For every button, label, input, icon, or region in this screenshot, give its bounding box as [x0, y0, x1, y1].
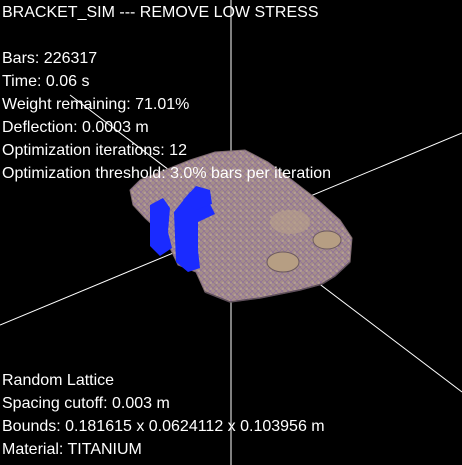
bracket-hole-front	[266, 251, 300, 273]
lattice-info-panel: Random Lattice Spacing cutoff: 0.003 m B…	[2, 369, 325, 461]
spacing-cutoff: Spacing cutoff: 0.003 m	[2, 395, 170, 412]
optimization-threshold: Optimization threshold: 3.0% bars per it…	[2, 165, 332, 182]
weight-remaining: Weight remaining: 71.01%	[2, 96, 190, 113]
bounds: Bounds: 0.181615 x 0.0624112 x 0.103956 …	[2, 418, 325, 435]
bracket-hole-right	[312, 230, 342, 250]
sim-title: BRACKET_SIM --- REMOVE LOW STRESS	[2, 4, 319, 21]
lattice-type: Random Lattice	[2, 372, 115, 389]
bars-count: Bars: 226317	[2, 50, 98, 67]
sim-status-panel: BRACKET_SIM --- REMOVE LOW STRESS Bars: …	[2, 1, 331, 185]
optimization-iterations: Optimization iterations: 12	[2, 142, 187, 159]
material: Material: TITANIUM	[2, 441, 142, 458]
sim-time: Time: 0.06 s	[2, 73, 90, 90]
deflection: Deflection: 0.0003 m	[2, 119, 149, 136]
bracket-boss	[270, 210, 310, 234]
